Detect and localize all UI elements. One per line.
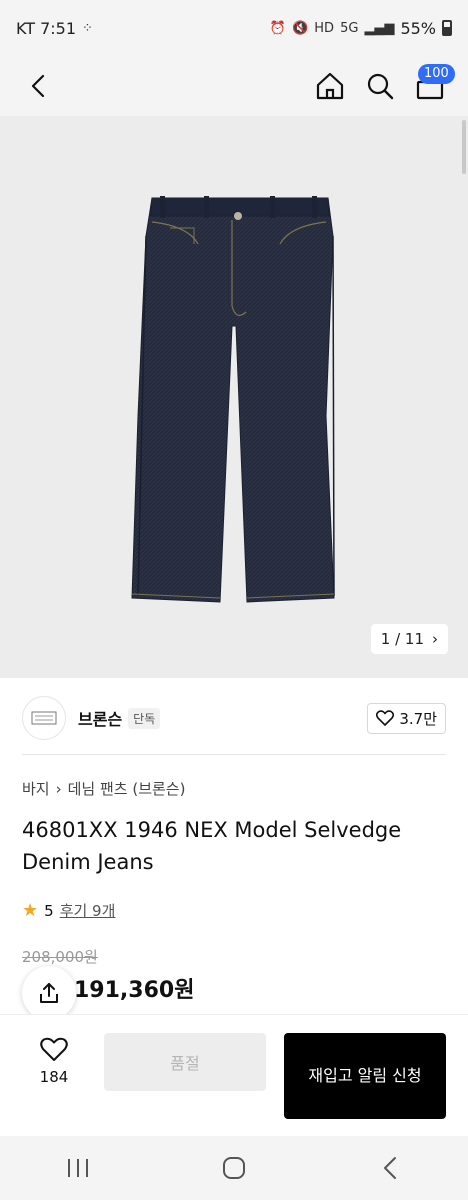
rating-score: 5 (44, 901, 54, 920)
heart-icon (40, 1037, 68, 1061)
rating-row: ★ 5 후기 9개 (22, 900, 115, 921)
share-button[interactable] (22, 966, 76, 1020)
restock-notify-button[interactable]: 재입고 알림 신청 (284, 1033, 446, 1119)
purchase-action-bar: 184 품절 재입고 알림 신청 (0, 1014, 468, 1136)
sale-price: 191,360원 (74, 978, 195, 1003)
status-bar: KT 7:51 ⁘ ⏰ 🔇 HD 5G ▂▄▆ 55% (0, 0, 468, 56)
app-header: 100 (0, 56, 468, 116)
mute-icon: 🔇 (292, 20, 309, 36)
home-button[interactable] (314, 70, 346, 102)
system-navigation-bar (0, 1136, 468, 1200)
chevron-right-icon: › (432, 630, 438, 648)
back-nav-button[interactable] (360, 1148, 420, 1188)
home-nav-button[interactable] (204, 1148, 264, 1188)
back-icon (31, 74, 45, 98)
alarm-icon: ⏰ (269, 20, 287, 36)
home-nav-icon (223, 1157, 245, 1179)
recent-apps-icon (68, 1159, 88, 1177)
brand-like-button[interactable]: 3.7만 (367, 702, 446, 734)
signal-icon: ▂▄▆ (364, 20, 395, 36)
brand-name[interactable]: 브론슨 (78, 706, 122, 730)
notification-icon: ⁘ (82, 20, 93, 36)
product-page: KT 7:51 ⁘ ⏰ 🔇 HD 5G ▂▄▆ 55% 100 1 / 11 ›… (0, 0, 468, 1200)
5g-icon: 5G (340, 20, 359, 36)
image-counter[interactable]: 1 / 11 › (370, 624, 448, 654)
breadcrumb-item-pants[interactable]: 바지 (22, 778, 50, 799)
recent-apps-button[interactable] (48, 1148, 108, 1188)
chevron-right-icon: › (55, 779, 62, 798)
soldout-button[interactable]: 품절 (104, 1033, 266, 1091)
breadcrumb-item-denim[interactable]: 데님 팬츠 (브론슨) (68, 778, 186, 799)
wishlist-count: 184 (39, 1068, 69, 1086)
brand-emblem-icon (31, 711, 57, 725)
image-counter-text: 1 / 11 (380, 630, 424, 648)
search-button[interactable] (364, 70, 396, 102)
carrier-time: KT 7:51 (16, 18, 77, 38)
back-button[interactable] (22, 70, 54, 102)
cart-button[interactable]: 100 (414, 64, 455, 102)
wishlist-button[interactable]: 184 (26, 1037, 82, 1086)
battery-percent: 55% (400, 18, 436, 38)
product-title: 46801XX 1946 NEX Model Selvedge Denim Je… (22, 818, 402, 874)
search-icon (367, 73, 394, 100)
battery-icon (442, 20, 452, 36)
share-icon (40, 983, 58, 1003)
heart-icon (376, 710, 395, 726)
brand-logo[interactable] (22, 696, 66, 740)
product-image (131, 196, 335, 603)
scrollbar[interactable] (462, 120, 466, 174)
star-icon: ★ (22, 900, 39, 921)
brand-like-count: 3.7만 (399, 709, 437, 728)
product-image-gallery[interactable]: 1 / 11 › (0, 116, 468, 678)
breadcrumb: 바지 › 데님 팬츠 (브론슨) (22, 778, 185, 799)
divider (22, 754, 446, 755)
home-icon (316, 72, 344, 100)
exclusive-tag: 단독 (128, 707, 161, 729)
hd-icon: HD (314, 20, 335, 36)
original-price: 208,000원 (22, 948, 98, 966)
cart-count-badge: 100 (418, 64, 455, 84)
review-link[interactable]: 후기 9개 (60, 900, 116, 921)
brand-row: 브론슨 단독 3.7만 (22, 688, 446, 748)
back-nav-icon (384, 1157, 396, 1179)
